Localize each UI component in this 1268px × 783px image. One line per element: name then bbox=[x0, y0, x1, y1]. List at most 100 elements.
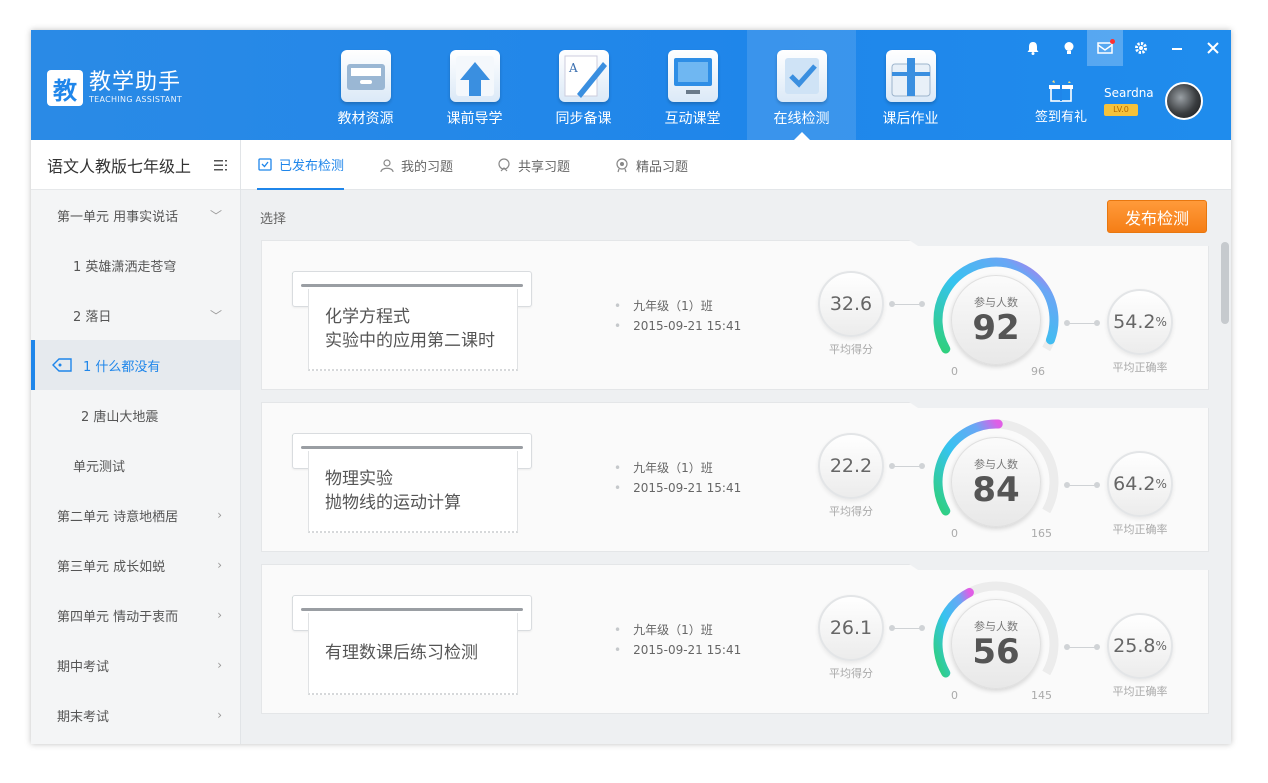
accuracy-circle: 25.8% bbox=[1107, 613, 1173, 679]
close-icon[interactable] bbox=[1195, 30, 1231, 66]
participants-center: 参与人数 92 bbox=[951, 275, 1041, 365]
textbook-icon bbox=[341, 50, 391, 102]
connector-line bbox=[1064, 320, 1100, 326]
connector-line bbox=[889, 625, 925, 631]
username: Seardna bbox=[1104, 86, 1154, 100]
select-label[interactable]: 选择 bbox=[260, 208, 286, 227]
avg-score-value: 22.2 bbox=[829, 455, 873, 477]
test-card[interactable]: 有理数课后练习检测 九年级（1）班 2015-09-21 15:41 26.1 … bbox=[261, 564, 1209, 714]
tag-icon bbox=[51, 357, 73, 373]
tab-premium-exercises[interactable]: 精品习题 bbox=[614, 140, 688, 190]
connector-line bbox=[889, 463, 925, 469]
vip-badge: LV.0 bbox=[1104, 104, 1138, 116]
test-title-paper[interactable]: 有理数课后练习检测 bbox=[308, 613, 518, 695]
avatar[interactable] bbox=[1165, 82, 1203, 120]
sidebar-item-lesson[interactable]: 2 落日 ﹀ bbox=[31, 290, 240, 340]
accuracy-value: 54.2 bbox=[1113, 311, 1156, 333]
publish-datetime: 2015-09-21 15:41 bbox=[614, 478, 741, 498]
sidebar-item-unit3[interactable]: 第三单元 成长如蜕 › bbox=[31, 540, 240, 590]
app-logo: 教 教学助手 TEACHING ASSISTANT bbox=[47, 70, 182, 106]
top-header: 教 教学助手 TEACHING ASSISTANT 教材资源 课前导学 A 同步… bbox=[31, 30, 1231, 140]
user-info[interactable]: Seardna LV.0 bbox=[1104, 86, 1154, 116]
tab-label: 我的习题 bbox=[401, 159, 454, 175]
connector-line bbox=[1064, 644, 1100, 650]
test-meta: 九年级（1）班 2015-09-21 15:41 bbox=[614, 620, 741, 660]
svg-text:A: A bbox=[568, 61, 578, 75]
tab-shared-exercises[interactable]: 共享习题 bbox=[496, 140, 570, 190]
gift-icon bbox=[1048, 80, 1074, 102]
sidebar-item-label: 1 什么都没有 bbox=[83, 359, 161, 375]
sidebar-item-lesson[interactable]: 2 唐山大地震 bbox=[31, 390, 240, 440]
chevron-right-icon: › bbox=[217, 658, 222, 672]
accuracy-label: 平均正确率 bbox=[1112, 685, 1168, 698]
test-title-paper[interactable]: 物理实验 抛物线的运动计算 bbox=[308, 451, 518, 533]
tab-published[interactable]: 已发布检测 bbox=[257, 140, 345, 190]
minimize-icon[interactable] bbox=[1159, 30, 1195, 66]
sidebar-item-active-lesson[interactable]: 1 什么都没有 bbox=[31, 340, 240, 390]
avg-score-circle: 22.2 bbox=[818, 433, 884, 499]
color-strip bbox=[292, 423, 362, 438]
card-notch bbox=[909, 240, 1209, 246]
publish-datetime: 2015-09-21 15:41 bbox=[614, 640, 741, 660]
percent-sign: % bbox=[1155, 639, 1167, 653]
nav-item-lesson-prep[interactable]: A 同步备课 bbox=[529, 30, 638, 140]
test-title-paper[interactable]: 化学方程式 实验中的应用第二课时 bbox=[308, 289, 518, 371]
person-icon bbox=[379, 157, 395, 173]
chevron-down-icon: ﹀ bbox=[209, 308, 222, 323]
avg-score-label: 平均得分 bbox=[829, 667, 873, 680]
gauge-min: 0 bbox=[951, 365, 958, 378]
app-title: 教学助手 bbox=[89, 70, 182, 95]
avg-score-label: 平均得分 bbox=[829, 343, 873, 356]
publish-test-button[interactable]: 发布检测 bbox=[1107, 200, 1207, 233]
sidebar-item-unit4[interactable]: 第四单元 情动于衷而 › bbox=[31, 590, 240, 640]
nav-item-textbook[interactable]: 教材资源 bbox=[311, 30, 420, 140]
sidebar-item-unit1[interactable]: 第一单元 用事实说话 ﹀ bbox=[31, 190, 240, 240]
chevron-right-icon: › bbox=[217, 608, 222, 622]
notification-bell-icon[interactable] bbox=[1015, 30, 1051, 66]
chevron-right-icon: › bbox=[217, 508, 222, 522]
nav-item-homework[interactable]: 课后作业 bbox=[856, 30, 965, 140]
app-subtitle: TEACHING ASSISTANT bbox=[89, 95, 183, 104]
settings-gear-icon[interactable] bbox=[1123, 30, 1159, 66]
briefcase-icon bbox=[886, 50, 936, 102]
sidebar-item-midterm[interactable]: 期中考试 › bbox=[31, 640, 240, 690]
test-title-line2: 实验中的应用第二课时 bbox=[325, 331, 495, 351]
gauge-max: 96 bbox=[1031, 365, 1045, 378]
accuracy-circle: 64.2% bbox=[1107, 451, 1173, 517]
share-icon bbox=[496, 157, 512, 173]
list-menu-icon[interactable] bbox=[214, 157, 228, 171]
sidebar-item-label: 期中考试 bbox=[57, 659, 110, 675]
participants-value: 84 bbox=[972, 470, 1020, 510]
sidebar-item-label: 1 英雄潇洒走苍穹 bbox=[73, 259, 177, 275]
connector-line bbox=[1064, 482, 1100, 488]
sidebar-item-lesson[interactable]: 1 英雄潇洒走苍穹 bbox=[31, 240, 240, 290]
nav-item-interactive-class[interactable]: 互动课堂 bbox=[638, 30, 747, 140]
lightbulb-icon[interactable] bbox=[1051, 30, 1087, 66]
sidebar-item-unit2[interactable]: 第二单元 诗意地栖居 › bbox=[31, 490, 240, 540]
nav-item-online-test[interactable]: 在线检测 bbox=[747, 30, 856, 140]
textbook-selector[interactable]: 语文人教版七年级上 bbox=[31, 140, 240, 190]
textbook-title: 语文人教版七年级上 bbox=[47, 156, 192, 176]
accuracy-value: 25.8 bbox=[1113, 635, 1156, 657]
avg-score-circle: 32.6 bbox=[818, 271, 884, 337]
tab-my-exercises[interactable]: 我的习题 bbox=[379, 140, 453, 190]
nav-item-preclass[interactable]: 课前导学 bbox=[420, 30, 529, 140]
nav-label: 互动课堂 bbox=[664, 111, 721, 127]
sidebar-item-label: 第一单元 用事实说话 bbox=[57, 209, 179, 225]
test-card[interactable]: 物理实验 抛物线的运动计算 九年级（1）班 2015-09-21 15:41 2… bbox=[261, 402, 1209, 552]
gauge-min: 0 bbox=[951, 527, 958, 540]
sidebar-item-label: 2 唐山大地震 bbox=[81, 409, 159, 425]
logo-mark: 教 bbox=[47, 70, 83, 106]
avg-score-label: 平均得分 bbox=[829, 505, 873, 518]
message-icon[interactable] bbox=[1087, 30, 1123, 66]
tab-bar: 已发布检测 我的习题 共享习题 精品习题 bbox=[241, 140, 1231, 190]
signin-reward-button[interactable]: 签到有礼 bbox=[1031, 80, 1091, 125]
test-card[interactable]: 化学方程式 实验中的应用第二课时 九年级（1）班 2015-09-21 15:4… bbox=[261, 240, 1209, 390]
scrollbar-thumb[interactable] bbox=[1221, 242, 1229, 324]
nav-label: 课前导学 bbox=[446, 111, 503, 127]
sidebar-item-unit-test[interactable]: 单元测试 bbox=[31, 440, 240, 490]
card-notch bbox=[909, 564, 1209, 570]
sidebar-item-final[interactable]: 期末考试 › bbox=[31, 690, 240, 740]
gauge-min: 0 bbox=[951, 689, 958, 702]
sidebar-item-label: 2 落日 bbox=[73, 309, 112, 325]
